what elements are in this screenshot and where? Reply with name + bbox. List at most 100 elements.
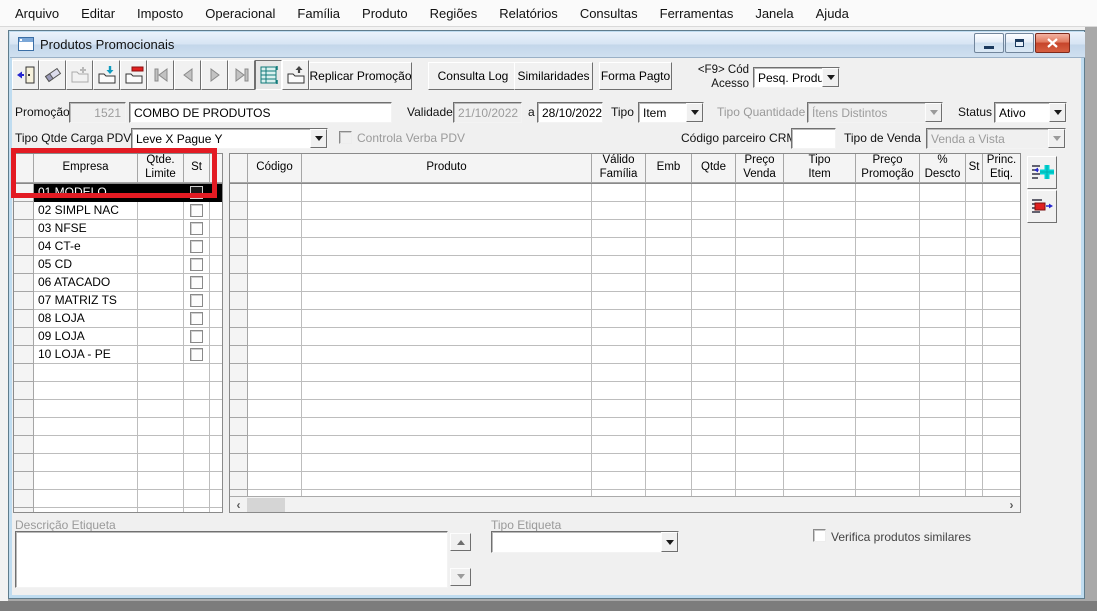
menu-item-editar[interactable]: Editar xyxy=(70,1,126,26)
tipo-etiqueta-dropdown[interactable] xyxy=(491,531,679,553)
grid-cell[interactable]: 09 LOJA xyxy=(34,328,138,346)
st-checkbox[interactable] xyxy=(190,222,203,235)
grid-cell xyxy=(210,220,222,238)
grid-cell[interactable]: 08 LOJA xyxy=(34,310,138,328)
scroll-right-icon[interactable]: › xyxy=(1003,497,1020,513)
tipo-qtde-carga-pdv-dropdown-button[interactable] xyxy=(310,129,327,148)
tipo-dropdown-button[interactable] xyxy=(686,103,703,122)
codigo-parceiro-crm-field[interactable] xyxy=(791,128,836,149)
descricao-etiqueta-textarea[interactable] xyxy=(15,531,448,588)
erase-button[interactable] xyxy=(39,60,66,90)
menu-item-operacional[interactable]: Operacional xyxy=(194,1,286,26)
grid-cell xyxy=(646,292,692,310)
pesq-produto-dropdown-button[interactable] xyxy=(822,68,839,87)
validade-ate-field[interactable]: 28/10/2022 xyxy=(537,102,603,123)
status-label: Status xyxy=(958,105,993,119)
grid-cell xyxy=(920,364,966,382)
grid-cell[interactable]: 07 MATRIZ TS xyxy=(34,292,138,310)
grid-view-button[interactable] xyxy=(255,60,282,90)
grid-cell xyxy=(736,328,784,346)
tipo-de-venda-dropdown-button xyxy=(1048,129,1065,148)
nav-last-button[interactable] xyxy=(228,60,255,90)
scroll-down-button[interactable] xyxy=(450,568,471,586)
empresa-row[interactable]: 09 LOJA xyxy=(14,328,222,346)
empresa-row[interactable]: 07 MATRIZ TS xyxy=(14,292,222,310)
grid-cell xyxy=(920,382,966,400)
add-item-button[interactable] xyxy=(1027,156,1057,189)
empresa-row[interactable]: 08 LOJA xyxy=(14,310,222,328)
st-checkbox[interactable] xyxy=(190,258,203,271)
st-checkbox[interactable] xyxy=(190,348,203,361)
grid-cell xyxy=(592,310,646,328)
menu-item-relatórios[interactable]: Relatórios xyxy=(488,1,569,26)
minimize-button[interactable] xyxy=(974,33,1004,53)
grid-cell[interactable]: 05 CD xyxy=(34,256,138,274)
menu-item-produto[interactable]: Produto xyxy=(351,1,419,26)
replicar-promocao-button[interactable]: Replicar Promoção xyxy=(309,62,412,90)
menu-item-regiões[interactable]: Regiões xyxy=(419,1,489,26)
empresa-row[interactable]: 10 LOJA - PE xyxy=(14,346,222,364)
st-checkbox[interactable] xyxy=(190,276,203,289)
forma-pagto-button[interactable]: Forma Pagto xyxy=(599,62,672,90)
grid-cell xyxy=(230,328,248,346)
close-button[interactable] xyxy=(1035,33,1070,53)
similaridades-button[interactable]: Similaridades xyxy=(514,62,593,90)
st-checkbox[interactable] xyxy=(190,312,203,325)
exit-button[interactable] xyxy=(12,60,39,90)
st-checkbox[interactable] xyxy=(190,294,203,307)
nav-first-button[interactable] xyxy=(147,60,174,90)
restore-button[interactable] xyxy=(1005,33,1034,53)
st-checkbox[interactable] xyxy=(190,240,203,253)
menu-item-arquivo[interactable]: Arquivo xyxy=(4,1,70,26)
remove-item-button[interactable] xyxy=(1027,190,1057,223)
grid-cell xyxy=(138,364,184,382)
st-checkbox[interactable] xyxy=(190,330,203,343)
st-checkbox[interactable] xyxy=(190,204,203,217)
menu-item-ferramentas[interactable]: Ferramentas xyxy=(649,1,745,26)
delete-button[interactable] xyxy=(120,60,147,90)
grid-cell xyxy=(692,310,736,328)
last-record-icon xyxy=(235,68,248,82)
menu-item-família[interactable]: Família xyxy=(286,1,351,26)
consulta-log-button[interactable]: Consulta Log xyxy=(428,62,518,90)
tipo-etiqueta-dropdown-button[interactable] xyxy=(661,532,678,552)
grid-cell[interactable]: 04 CT-e xyxy=(34,238,138,256)
menu-item-janela[interactable]: Janela xyxy=(744,1,804,26)
empresa-row[interactable]: 04 CT-e xyxy=(14,238,222,256)
export-button[interactable] xyxy=(282,60,309,90)
tipo-qtde-carga-pdv-dropdown[interactable]: Leve X Pague Y xyxy=(131,128,328,149)
empresa-row[interactable]: 05 CD xyxy=(14,256,222,274)
verifica-similares-checkbox[interactable] xyxy=(813,529,826,542)
grid-cell xyxy=(248,256,302,274)
empresa-row[interactable]: 02 SIMPL NAC xyxy=(14,202,222,220)
save-button[interactable] xyxy=(93,60,120,90)
status-dropdown[interactable]: Ativo xyxy=(994,102,1067,123)
tipo-dropdown[interactable]: Item xyxy=(638,102,704,123)
empresa-row[interactable]: 03 NFSE xyxy=(14,220,222,238)
nav-next-button[interactable] xyxy=(201,60,228,90)
empresa-row[interactable]: 06 ATACADO xyxy=(14,274,222,292)
grid-cell[interactable]: 02 SIMPL NAC xyxy=(34,202,138,220)
scroll-left-icon[interactable]: ‹ xyxy=(230,497,247,513)
pesq-produto-dropdown[interactable]: Pesq. Produtc xyxy=(753,67,840,88)
nav-previous-button[interactable] xyxy=(174,60,201,90)
menu-item-ajuda[interactable]: Ajuda xyxy=(805,1,860,26)
promocao-nome-field[interactable]: COMBO DE PRODUTOS xyxy=(129,102,392,123)
grid-cell xyxy=(184,202,210,220)
scrollbar-thumb[interactable] xyxy=(247,497,285,512)
scroll-up-button[interactable] xyxy=(450,533,471,551)
grid-cell[interactable]: 06 ATACADO xyxy=(34,274,138,292)
grid-cell[interactable]: 01 MODELO xyxy=(34,184,138,202)
menu-item-imposto[interactable]: Imposto xyxy=(126,1,194,26)
empresa-row[interactable]: 01 MODELO xyxy=(14,184,222,202)
status-dropdown-button[interactable] xyxy=(1049,103,1066,122)
grid-cell[interactable]: 10 LOJA - PE xyxy=(34,346,138,364)
window-titlebar[interactable]: Produtos Promocionais xyxy=(10,32,1085,58)
menu-item-consultas[interactable]: Consultas xyxy=(569,1,649,26)
add-button[interactable] xyxy=(66,60,93,90)
st-checkbox[interactable] xyxy=(190,186,203,199)
grid-cell xyxy=(210,436,222,454)
grid-cell[interactable]: 03 NFSE xyxy=(34,220,138,238)
produto-grid-hscrollbar[interactable]: ‹ › xyxy=(230,496,1020,512)
add-item-icon xyxy=(1032,164,1054,179)
